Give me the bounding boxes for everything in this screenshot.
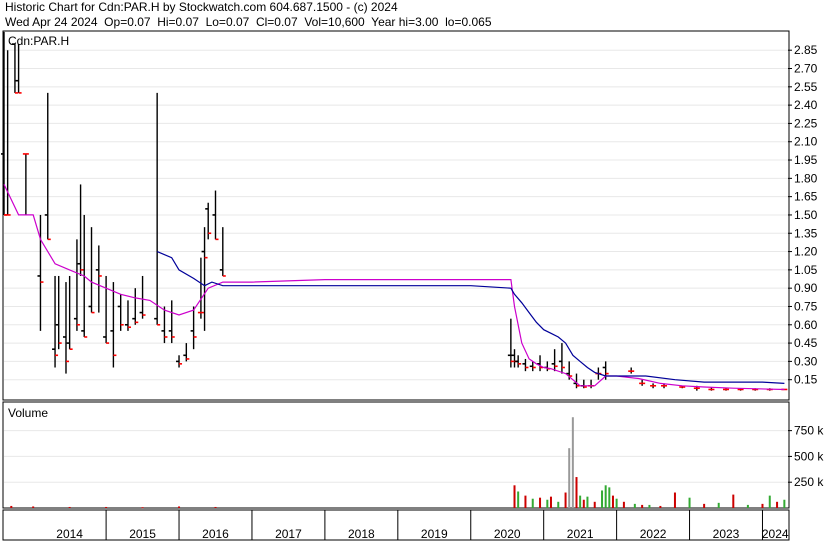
volume-bar [549, 496, 552, 508]
stock-chart: Cdn:PAR.H Volume 2.85 2.70 2.55 2.40 2.25 2.1… [1, 30, 824, 541]
volume-bar [783, 499, 786, 508]
volume-bar [546, 499, 549, 508]
price-tick-label: 0.30 [794, 354, 818, 368]
volume-bar [746, 504, 749, 508]
volume-bar [673, 492, 676, 508]
volume-bar [608, 487, 611, 508]
volume-bar [768, 495, 771, 508]
volume-bar [761, 503, 764, 508]
price-tick-label: 1.65 [794, 190, 818, 204]
volume-label: Volume [8, 406, 48, 420]
price-tick-label: 2.40 [794, 98, 818, 112]
volume-bar [513, 485, 516, 508]
year-tick-label: 2022 [640, 527, 667, 541]
year-tick-label: 2020 [494, 527, 521, 541]
volume-bar [582, 499, 585, 508]
volume-bar [586, 496, 589, 508]
symbol-label: Cdn:PAR.H [8, 34, 69, 48]
volume-bar [568, 448, 571, 508]
price-tick-label: 0.75 [794, 299, 818, 313]
price-tick-label: 0.15 [794, 373, 818, 387]
year-tick-label: 2024 [762, 527, 789, 541]
volume-bar [659, 505, 662, 508]
price-tick-label: 2.70 [794, 62, 818, 76]
price-tick-label: 0.45 [794, 336, 818, 350]
price-tick-label: 2.25 [794, 116, 818, 130]
year-tick-label: 2016 [202, 527, 229, 541]
volume-bar [32, 506, 35, 508]
year-tick-label: 2018 [348, 527, 375, 541]
volume-bar [648, 504, 651, 508]
volume-bar [593, 501, 596, 508]
volume-bar [564, 492, 567, 508]
price-tick-label: 1.80 [794, 171, 818, 185]
price-tick-label: 2.10 [794, 135, 818, 149]
volume-bar [524, 495, 527, 508]
volume-bar [539, 497, 542, 508]
volume-axis-ticks: 750 k 500 k 250 k [788, 424, 824, 489]
volume-tick-label: 250 k [794, 475, 824, 489]
price-tick-label: 2.55 [794, 80, 818, 94]
volume-bar [703, 503, 706, 508]
volume-bar [557, 501, 560, 508]
volume-panel-frame [2, 401, 790, 509]
volume-bar [105, 506, 108, 508]
time-axis-frame [2, 509, 790, 541]
volume-bar [688, 497, 691, 508]
volume-bar [641, 504, 644, 508]
volume-bar [10, 505, 13, 508]
volume-bar [141, 507, 144, 509]
volume-bar [575, 477, 578, 508]
price-tick-label: 1.35 [794, 226, 818, 240]
volume-bar [601, 490, 604, 508]
price-axis-ticks: 2.85 2.70 2.55 2.40 2.25 2.10 1.95 1.80 1.65 1.50… [788, 43, 818, 387]
volume-bar [571, 417, 574, 508]
price-tick-label: 0.60 [794, 318, 818, 332]
volume-tick-label: 500 k [794, 449, 824, 463]
price-tick-label: 2.85 [794, 43, 818, 57]
volume-bar [178, 506, 181, 508]
volume-bar [732, 494, 735, 508]
price-tick-label: 1.20 [794, 245, 818, 259]
price-tick-label: 0.90 [794, 281, 818, 295]
volume-bar [517, 491, 520, 508]
volume-bar [214, 506, 217, 508]
year-tick-label: 2017 [275, 527, 302, 541]
volume-bar [717, 502, 720, 508]
volume-bar [633, 503, 636, 508]
year-tick-label: 2015 [129, 527, 156, 541]
volume-bar [68, 506, 71, 508]
volume-bar [776, 501, 779, 508]
volume-bar [622, 501, 625, 508]
volume-bar [604, 485, 607, 508]
price-tick-label: 1.50 [794, 208, 818, 222]
volume-tick-label: 750 k [794, 424, 824, 438]
year-tick-label: 2023 [713, 527, 740, 541]
year-tick-label: 2019 [421, 527, 448, 541]
year-tick-label: 2021 [567, 527, 594, 541]
volume-bar [611, 495, 614, 508]
volume-bar [531, 498, 534, 508]
volume-bar [579, 495, 582, 508]
price-tick-label: 1.95 [794, 153, 818, 167]
year-tick-label: 2014 [56, 527, 83, 541]
volume-bar [615, 498, 618, 508]
price-tick-label: 1.05 [794, 263, 818, 277]
